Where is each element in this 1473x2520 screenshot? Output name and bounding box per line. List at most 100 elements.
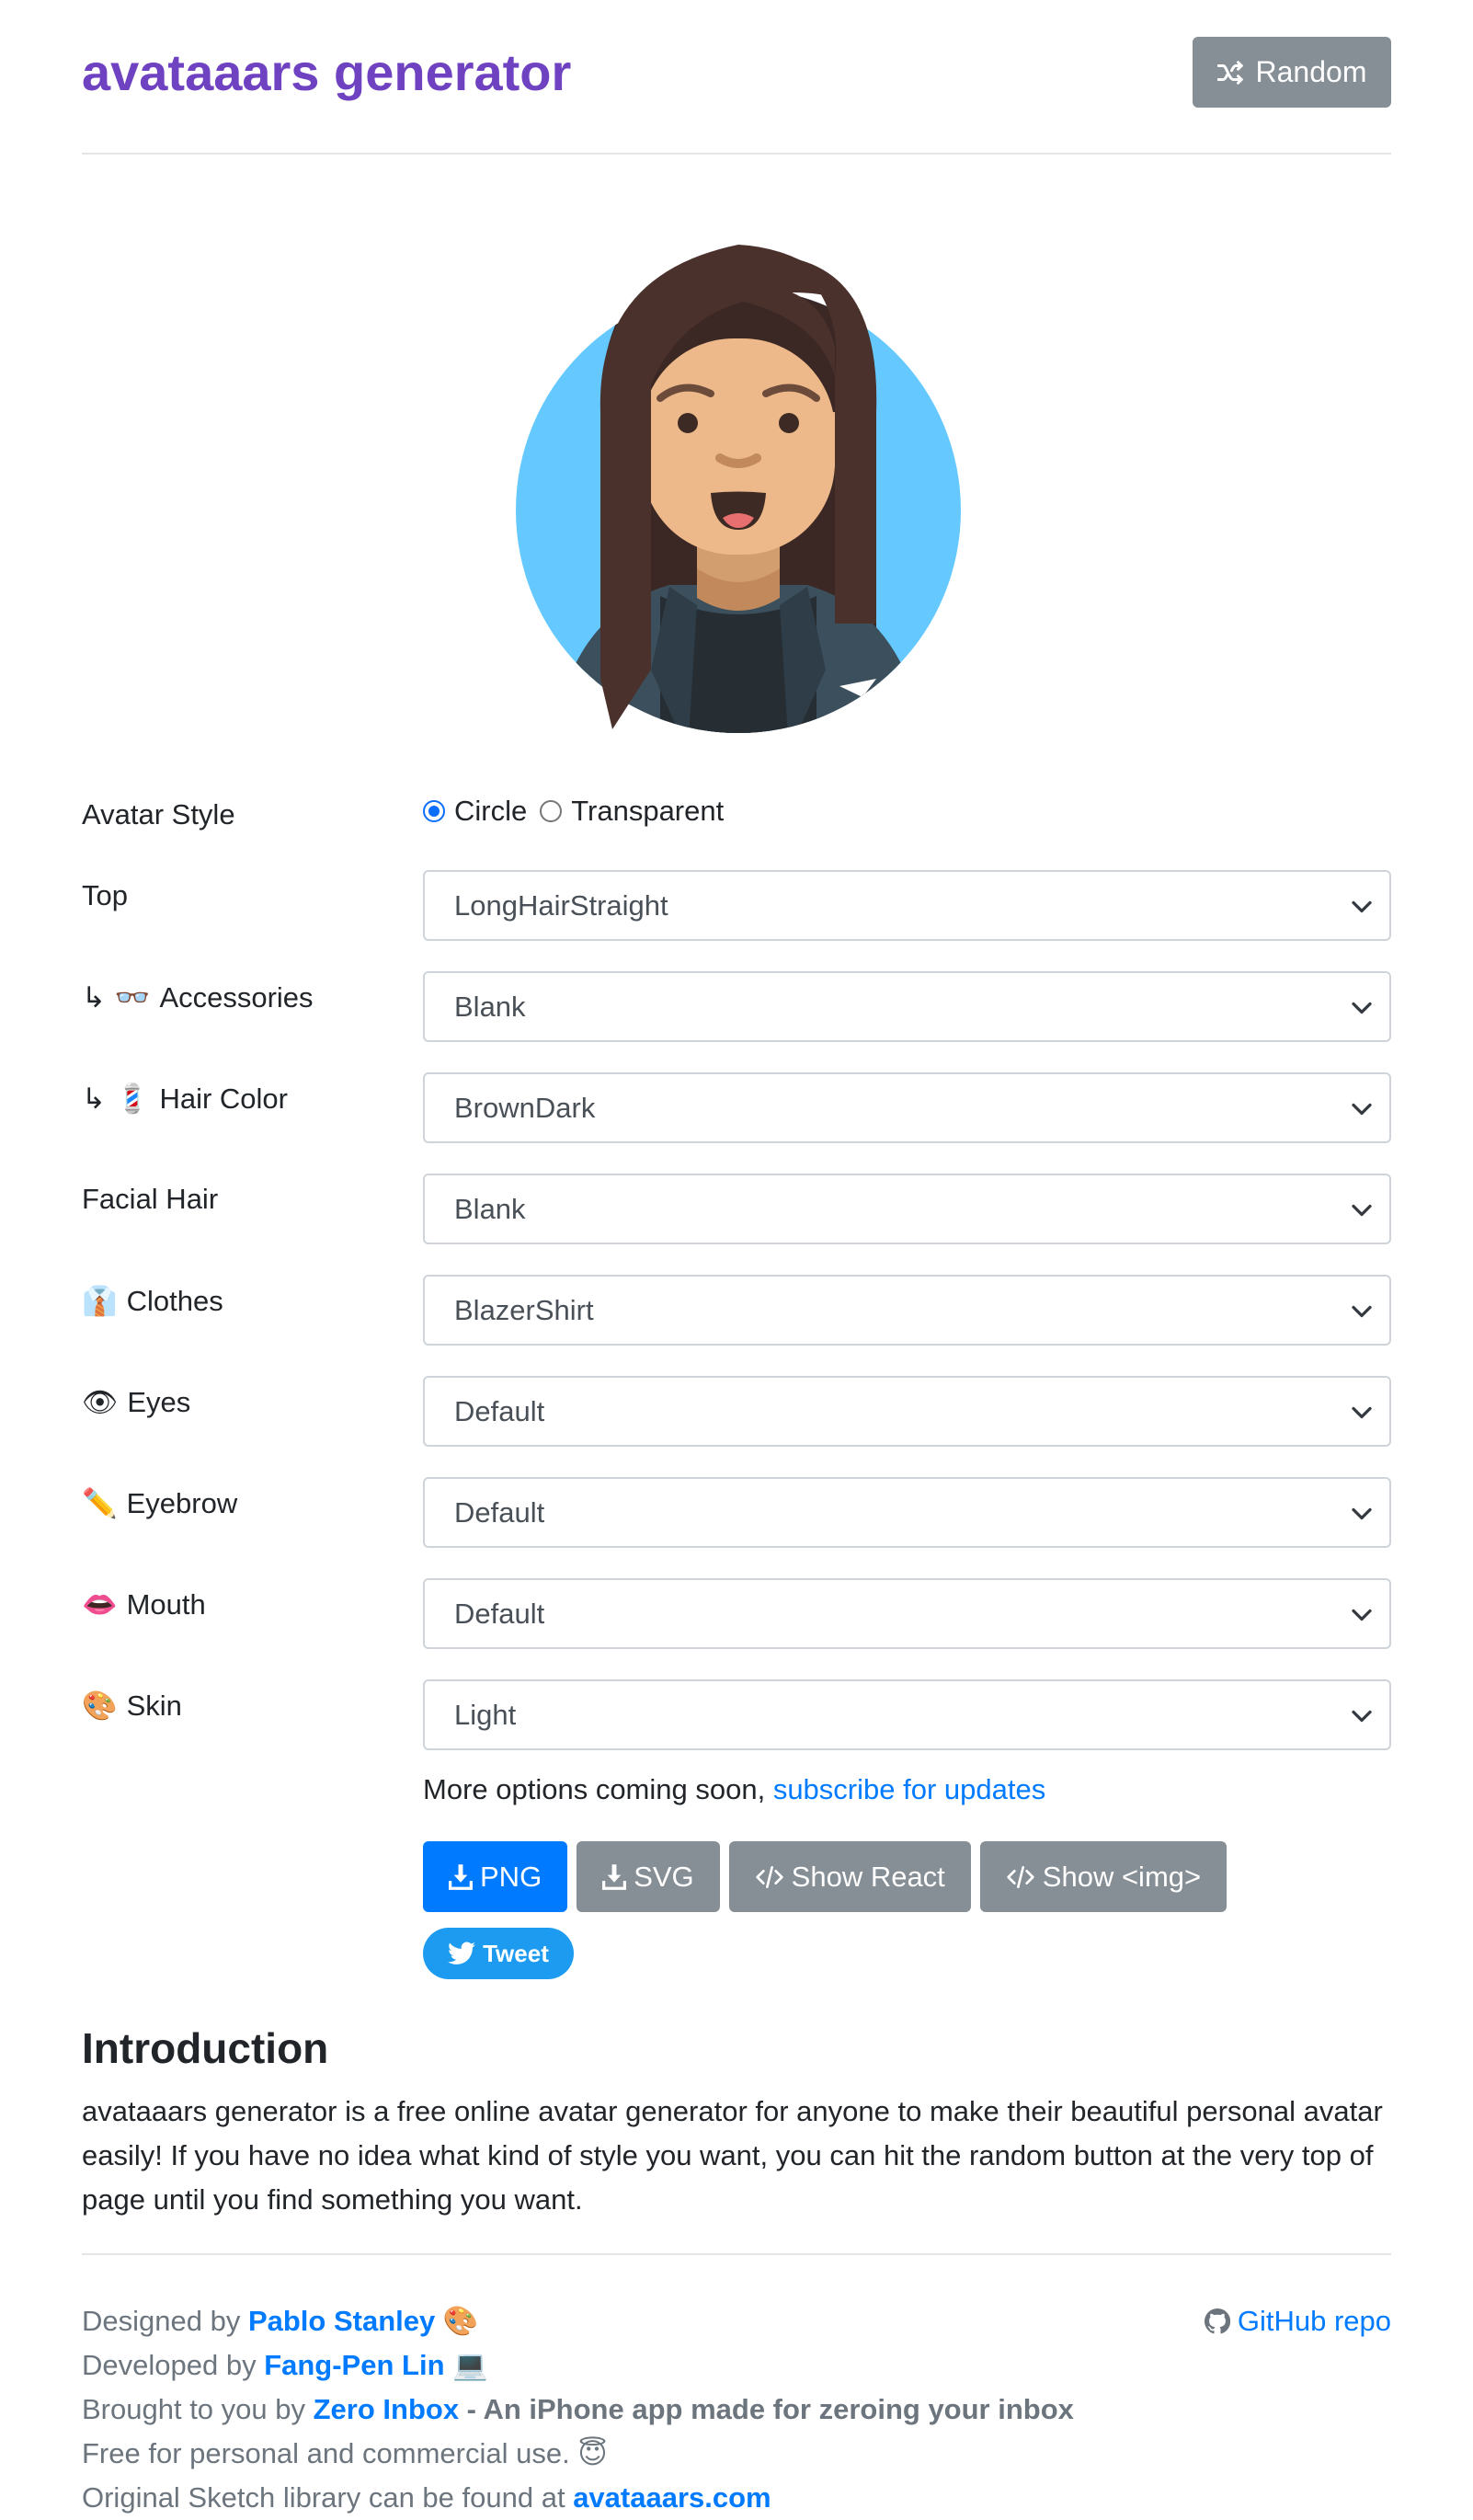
accessories-label: ↳ 👓 Accessories	[82, 980, 314, 1015]
skin-select-value: Light	[454, 1698, 517, 1731]
hair-color-label-text: Hair Color	[159, 1082, 288, 1115]
img-label: Show <img>	[1042, 1860, 1202, 1893]
hair-color-row: ↳ 💈 Hair Color BrownDark	[82, 1072, 1391, 1143]
chevron-down-icon	[1352, 1609, 1372, 1621]
accessories-select-value: Blank	[454, 990, 526, 1023]
download-png-button[interactable]: PNG	[423, 1841, 568, 1912]
png-label: PNG	[480, 1860, 542, 1893]
facial-hair-label: Facial Hair	[82, 1183, 218, 1216]
download-svg-button[interactable]: SVG	[577, 1841, 720, 1912]
eyes-label-text: Eyes	[127, 1385, 191, 1418]
developed-prefix: Developed by	[82, 2349, 265, 2381]
download-icon	[449, 1863, 473, 1890]
tweet-label: Tweet	[483, 1939, 549, 1967]
fang-pen-lin-link[interactable]: Fang-Pen Lin	[264, 2349, 444, 2381]
eyes-select-value: Default	[454, 1394, 545, 1427]
clothes-label-text: Clothes	[126, 1284, 223, 1317]
mouth-prefix: 👄	[82, 1588, 118, 1621]
halo-emoji: 😇	[577, 2437, 608, 2470]
chevron-down-icon	[1352, 1507, 1372, 1520]
designed-by-line: Designed by Pablo Stanley 🎨	[82, 2299, 1391, 2343]
transparent-radio-label[interactable]: Transparent	[571, 795, 724, 828]
hair-color-select-value: BrownDark	[454, 1091, 596, 1124]
avatar-style-label: Avatar Style	[82, 798, 235, 830]
avatar-style-row: Avatar Style Circle Transparent	[82, 789, 1391, 844]
download-button-group: PNG SVG Show React Show <img>	[423, 1841, 1228, 1912]
facial-hair-select-value: Blank	[454, 1192, 526, 1225]
eyebrow-select[interactable]: Default	[423, 1477, 1391, 1548]
chevron-down-icon	[1352, 1103, 1372, 1116]
hair-color-select[interactable]: BrownDark	[423, 1072, 1391, 1143]
chevron-down-icon	[1352, 1406, 1372, 1419]
mouth-select-value: Default	[454, 1597, 545, 1630]
eyebrow-label: ✏️ Eyebrow	[82, 1486, 238, 1521]
github-label: GitHub repo	[1237, 2305, 1391, 2337]
skin-select[interactable]: Light	[423, 1679, 1391, 1750]
brand-title[interactable]: avataaars generator	[82, 42, 571, 102]
eyes-select[interactable]: Default	[423, 1376, 1391, 1447]
chevron-down-icon	[1352, 1305, 1372, 1318]
note-text: More options coming soon,	[423, 1773, 773, 1805]
react-label: Show React	[791, 1860, 945, 1893]
avatar-preview	[513, 237, 964, 736]
skin-prefix: 🎨	[82, 1690, 118, 1723]
top-row: Top LongHairStraight	[82, 870, 1391, 941]
more-options-note: More options coming soon, subscribe for …	[423, 1773, 1045, 1806]
eyes-row: 👁 Eyes Default	[82, 1376, 1391, 1447]
avatar-image	[516, 245, 961, 733]
code-icon	[755, 1865, 783, 1888]
code-icon	[1007, 1865, 1034, 1888]
eyes-label: 👁 Eyes	[82, 1385, 191, 1420]
clothes-prefix: 👔	[82, 1285, 118, 1318]
palette-emoji: 🎨	[442, 2305, 479, 2338]
top-select-value: LongHairStraight	[454, 888, 668, 922]
show-react-button[interactable]: Show React	[728, 1841, 971, 1912]
footer-divider	[82, 2253, 1391, 2255]
hair-color-prefix: ↳ 💈	[82, 1082, 151, 1116]
download-icon	[602, 1863, 627, 1890]
random-button[interactable]: Random	[1193, 37, 1391, 108]
circle-radio-label[interactable]: Circle	[454, 795, 527, 828]
brought-prefix: Brought to you by	[82, 2393, 314, 2425]
chevron-down-icon	[1352, 1204, 1372, 1217]
circle-radio[interactable]	[423, 800, 445, 822]
eyebrow-select-value: Default	[454, 1495, 545, 1529]
top-select[interactable]: LongHairStraight	[423, 870, 1391, 941]
brought-suffix: - An iPhone app made for zeroing your in…	[459, 2393, 1074, 2425]
designed-prefix: Designed by	[82, 2305, 248, 2337]
eyebrow-prefix: ✏️	[82, 1487, 118, 1520]
avataaars-com-link[interactable]: avataaars.com	[573, 2481, 771, 2514]
eyebrow-label-text: Eyebrow	[126, 1486, 238, 1519]
transparent-radio[interactable]	[540, 800, 563, 822]
zero-inbox-link[interactable]: Zero Inbox	[314, 2393, 459, 2425]
tweet-button[interactable]: Tweet	[423, 1928, 574, 1979]
github-icon	[1204, 2308, 1230, 2334]
facial-hair-select[interactable]: Blank	[423, 1174, 1391, 1244]
facial-hair-row: Facial Hair Blank	[82, 1174, 1391, 1244]
random-label: Random	[1255, 55, 1367, 88]
show-img-button[interactable]: Show <img>	[979, 1841, 1228, 1912]
accessories-row: ↳ 👓 Accessories Blank	[82, 971, 1391, 1042]
svg-label: SVG	[634, 1860, 694, 1893]
hair-color-label: ↳ 💈 Hair Color	[82, 1082, 288, 1117]
clothes-select[interactable]: BlazerShirt	[423, 1275, 1391, 1346]
laptop-emoji: 💻	[452, 2349, 488, 2382]
facial-hair-label-text: Facial Hair	[82, 1183, 219, 1215]
mouth-select[interactable]: Default	[423, 1578, 1391, 1649]
introduction-heading: Introduction	[82, 2024, 329, 2072]
pablo-stanley-link[interactable]: Pablo Stanley	[248, 2305, 435, 2337]
chevron-down-icon	[1352, 1710, 1372, 1723]
footer: Designed by Pablo Stanley 🎨 Developed by…	[82, 2299, 1391, 2520]
skin-row: 🎨 Skin Light	[82, 1679, 1391, 1750]
subscribe-link[interactable]: subscribe for updates	[773, 1773, 1045, 1805]
free-use-line: Free for personal and commercial use. 😇	[82, 2432, 1391, 2476]
github-repo-link[interactable]: GitHub repo	[1204, 2299, 1391, 2343]
free-text: Free for personal and commercial use.	[82, 2437, 570, 2469]
chevron-down-icon	[1352, 1002, 1372, 1014]
accessories-select[interactable]: Blank	[423, 971, 1391, 1042]
eyes-prefix: 👁	[82, 1386, 119, 1419]
developed-by-line: Developed by Fang-Pen Lin 💻	[82, 2343, 1391, 2388]
skin-label-text: Skin	[126, 1689, 182, 1722]
clothes-row: 👔 Clothes BlazerShirt	[82, 1275, 1391, 1346]
original-prefix: Original Sketch library can be found at	[82, 2481, 574, 2514]
